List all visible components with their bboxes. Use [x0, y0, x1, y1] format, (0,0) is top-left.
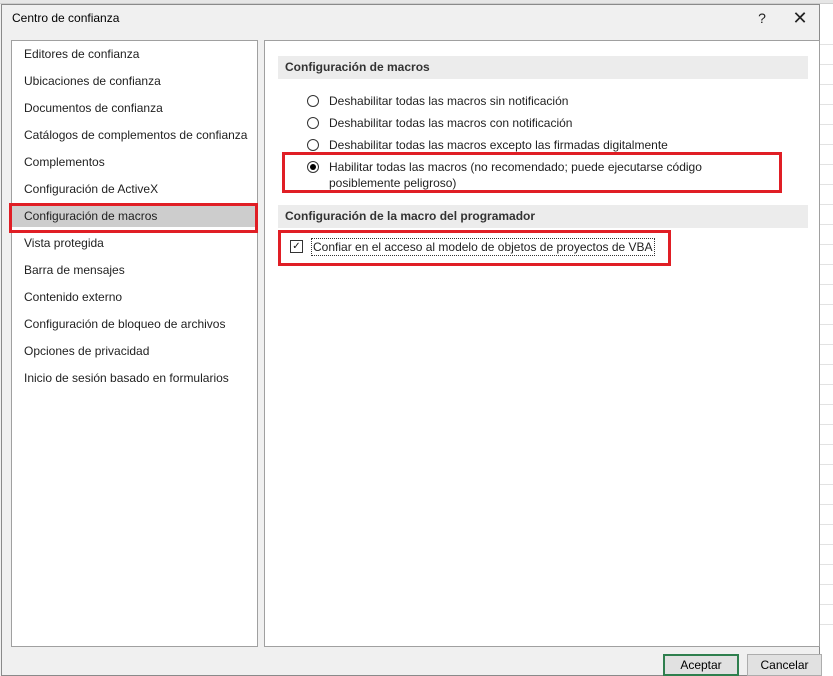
- nav-item-trusted-locations[interactable]: Ubicaciones de confianza: [12, 70, 257, 92]
- nav-item-activex-settings[interactable]: Configuración de ActiveX: [12, 178, 257, 200]
- nav-item-macro-settings[interactable]: Configuración de macros: [12, 205, 257, 227]
- nav-item-protected-view[interactable]: Vista protegida: [12, 232, 257, 254]
- nav-item-label: Catálogos de complementos de confianza: [24, 128, 248, 142]
- section-header-macros: Configuración de macros: [278, 56, 808, 79]
- radio-option-disable-except-signed[interactable]: Deshabilitar todas las macros excepto la…: [307, 137, 668, 153]
- nav-item-label: Complementos: [24, 155, 105, 169]
- nav-item-file-block-settings[interactable]: Configuración de bloqueo de archivos: [12, 313, 257, 335]
- nav-item-label: Opciones de privacidad: [24, 344, 150, 358]
- nav-item-label: Ubicaciones de confianza: [24, 74, 161, 88]
- nav-item-addins[interactable]: Complementos: [12, 151, 257, 173]
- category-list: Editores de confianza Ubicaciones de con…: [11, 40, 258, 647]
- help-button[interactable]: ?: [749, 7, 775, 29]
- nav-item-label: Configuración de bloqueo de archivos: [24, 317, 226, 331]
- nav-item-label: Contenido externo: [24, 290, 123, 304]
- radio-button-selected[interactable]: [307, 161, 319, 173]
- nav-item-label: Barra de mensajes: [24, 263, 125, 277]
- cancel-button[interactable]: Cancelar: [747, 654, 822, 676]
- nav-item-privacy-options[interactable]: Opciones de privacidad: [12, 340, 257, 362]
- radio-selected-dot-icon: [310, 164, 316, 170]
- radio-option-disable-no-notification[interactable]: Deshabilitar todas las macros sin notifi…: [307, 93, 568, 109]
- close-icon: ✕: [792, 7, 808, 28]
- ok-button[interactable]: Aceptar: [663, 654, 739, 676]
- vba-trust-option[interactable]: ✓ Confiar en el acceso al modelo de obje…: [290, 238, 655, 256]
- macro-settings-panel: Configuración de macros Deshabilitar tod…: [264, 40, 820, 647]
- radio-button[interactable]: [307, 139, 319, 151]
- background-spreadsheet-grid: [819, 4, 833, 676]
- nav-item-label: Configuración de macros: [24, 209, 158, 223]
- title-bar: Centro de confianza ? ✕: [2, 5, 819, 31]
- nav-item-label: Configuración de ActiveX: [24, 182, 159, 196]
- radio-label: Deshabilitar todas las macros con notifi…: [329, 116, 573, 130]
- nav-item-trusted-publishers[interactable]: Editores de confianza: [12, 43, 257, 65]
- radio-label: Deshabilitar todas las macros excepto la…: [329, 138, 668, 152]
- radio-label: Deshabilitar todas las macros sin notifi…: [329, 94, 569, 108]
- nav-item-external-content[interactable]: Contenido externo: [12, 286, 257, 308]
- nav-item-label: Documentos de confianza: [24, 101, 163, 115]
- radio-label: Habilitar todas las macros (no recomenda…: [329, 160, 702, 190]
- nav-item-label: Editores de confianza: [24, 47, 140, 61]
- vba-trust-checkbox[interactable]: ✓: [290, 240, 303, 253]
- trust-center-dialog: Centro de confianza ? ✕ Editores de conf…: [1, 4, 822, 676]
- radio-button[interactable]: [307, 95, 319, 107]
- nav-item-message-bar[interactable]: Barra de mensajes: [12, 259, 257, 281]
- nav-item-trusted-documents[interactable]: Documentos de confianza: [12, 97, 257, 119]
- nav-item-trusted-addin-catalogs[interactable]: Catálogos de complementos de confianza: [12, 124, 257, 146]
- close-button[interactable]: ✕: [787, 7, 813, 29]
- vba-trust-label: Confiar en el acceso al modelo de objeto…: [311, 238, 655, 256]
- nav-item-label: Inicio de sesión basado en formularios: [24, 371, 229, 385]
- radio-option-disable-with-notification[interactable]: Deshabilitar todas las macros con notifi…: [307, 115, 572, 131]
- radio-option-enable-all[interactable]: Habilitar todas las macros (no recomenda…: [307, 159, 767, 191]
- nav-item-label: Vista protegida: [24, 236, 104, 250]
- radio-button[interactable]: [307, 117, 319, 129]
- checkmark-icon: ✓: [292, 241, 301, 252]
- section-header-developer: Configuración de la macro del programado…: [278, 205, 808, 228]
- dialog-title: Centro de confianza: [12, 11, 120, 25]
- help-icon: ?: [758, 10, 766, 26]
- nav-item-form-based-signin[interactable]: Inicio de sesión basado en formularios: [12, 367, 257, 389]
